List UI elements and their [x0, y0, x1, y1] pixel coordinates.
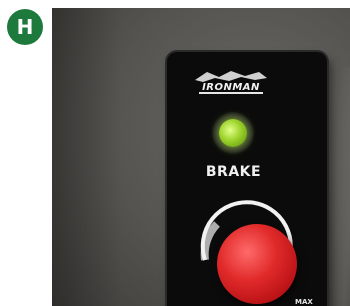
brake-controller-panel: IRONMAN BRAKE MAX	[167, 52, 327, 306]
brake-knob[interactable]	[217, 224, 297, 304]
product-photo: IRONMAN BRAKE MAX	[52, 8, 350, 306]
section-badge: H	[7, 9, 43, 45]
max-label: MAX	[295, 298, 313, 306]
surface-highlight	[323, 66, 350, 306]
status-led-housing	[212, 112, 254, 154]
brake-label: BRAKE	[205, 164, 262, 180]
brand-text: IRONMAN	[202, 82, 260, 93]
status-led-indicator	[219, 119, 247, 147]
photo-shadow	[52, 8, 122, 306]
ironman-logo: IRONMAN	[189, 68, 273, 98]
